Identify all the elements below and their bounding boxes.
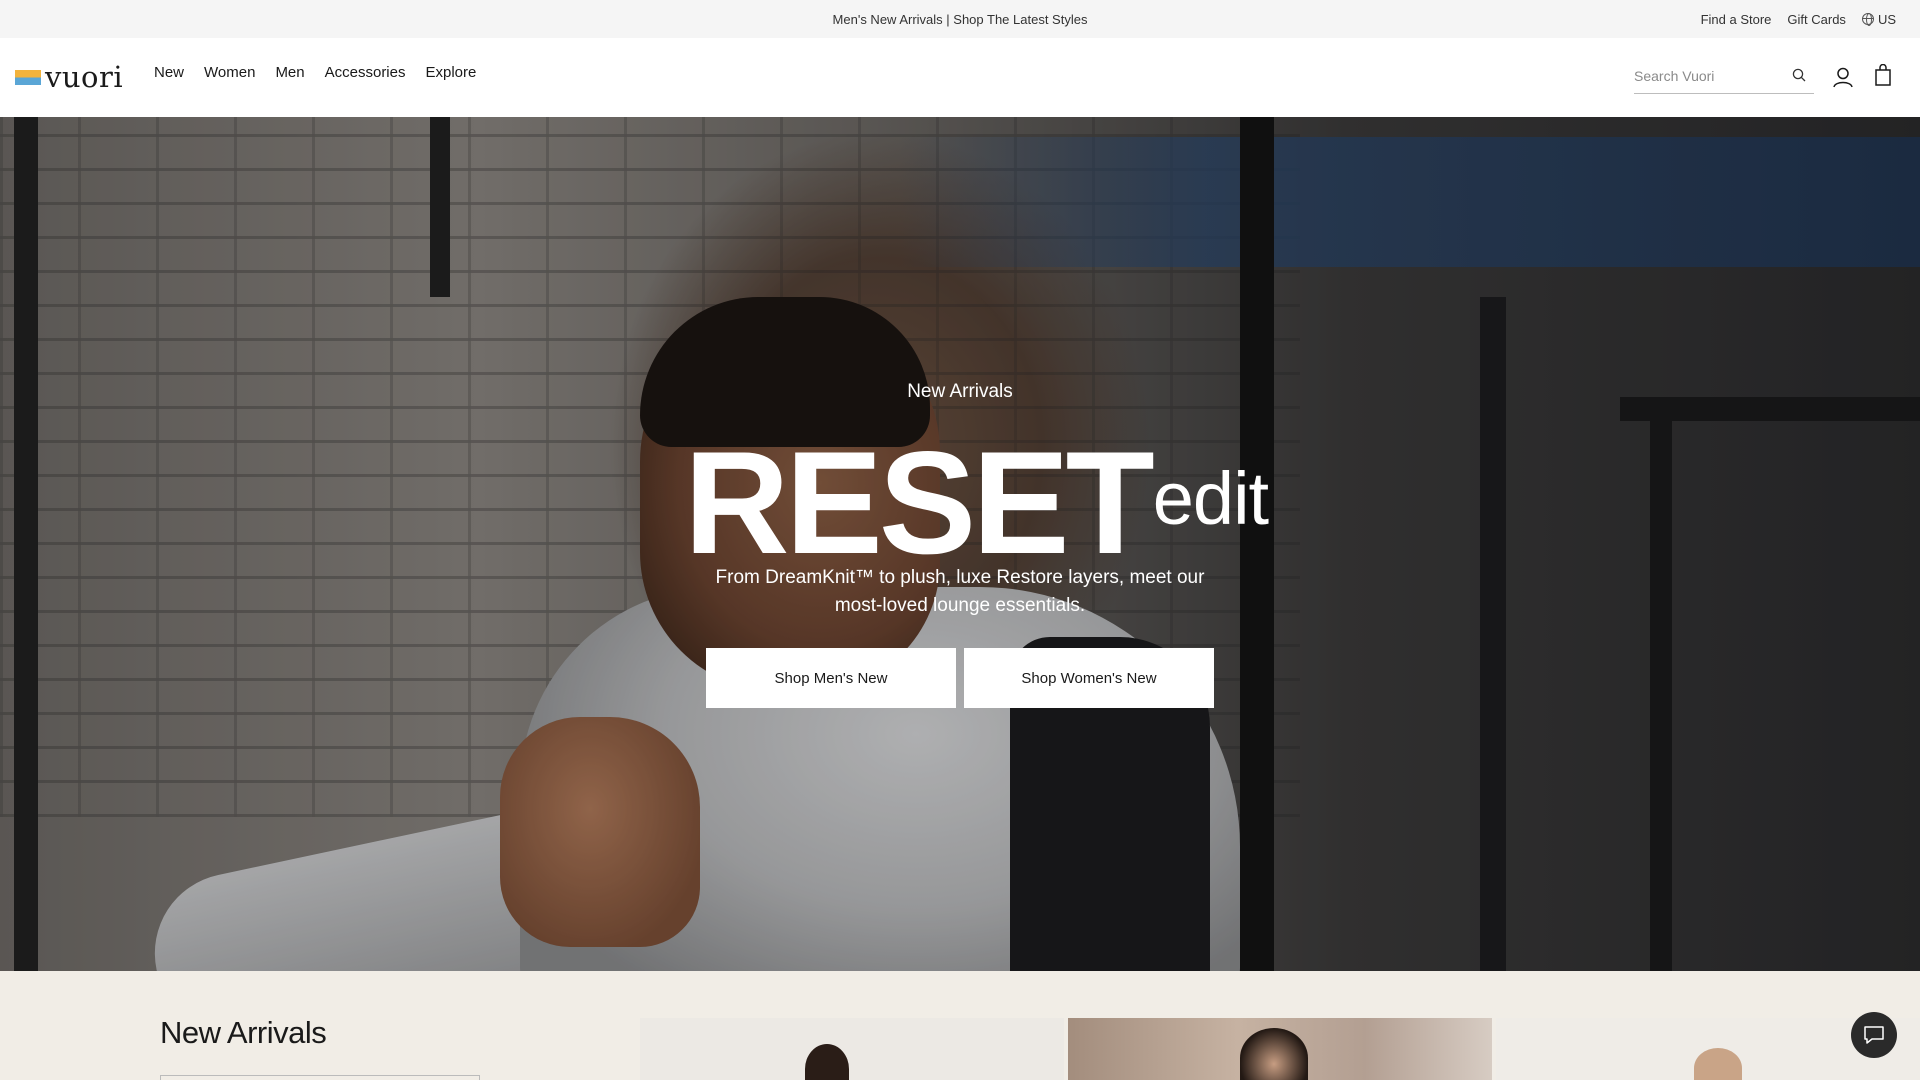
product-image-model (1694, 1048, 1742, 1080)
new-arrivals-section: New Arrivals (0, 971, 1920, 1080)
search-icon[interactable] (1792, 68, 1806, 82)
product-image-model (1240, 1028, 1308, 1080)
utility-links: Find a Store Gift Cards US (1701, 0, 1896, 38)
logo-mark-icon (15, 69, 41, 85)
site-header: vuori New Women Men Accessories Explore (0, 38, 1920, 117)
shop-mens-new-button[interactable]: Shop Men's New (706, 648, 956, 708)
chat-button[interactable] (1851, 1012, 1897, 1058)
chat-icon (1864, 1026, 1884, 1044)
nav-item-men[interactable]: Men (275, 64, 304, 81)
nav-item-explore[interactable]: Explore (425, 64, 476, 81)
product-card[interactable] (1068, 1018, 1492, 1080)
hero-title-reset: RESET (684, 421, 1155, 584)
announcement-bar: Men's New Arrivals | Shop The Latest Sty… (0, 0, 1920, 38)
account-icon[interactable] (1832, 66, 1854, 88)
find-store-link[interactable]: Find a Store (1701, 12, 1772, 27)
search-input[interactable] (1634, 67, 1784, 84)
product-card[interactable] (640, 1018, 1064, 1080)
hero-subtitle: From DreamKnit™ to plush, luxe Restore l… (715, 567, 1205, 616)
bag-icon[interactable] (1874, 64, 1892, 86)
shop-womens-new-button[interactable]: Shop Women's New (964, 648, 1214, 708)
nav-item-new[interactable]: New (154, 64, 184, 81)
gift-cards-link[interactable]: Gift Cards (1787, 12, 1846, 27)
hero-title: RESET edit (684, 421, 1269, 584)
section-tab-outline (160, 1075, 480, 1080)
hero-banner: New Arrivals RESET edit From DreamKnit™ … (0, 117, 1920, 971)
nav-item-women[interactable]: Women (204, 64, 255, 81)
logo[interactable]: vuori (15, 62, 123, 92)
region-selector[interactable]: US (1861, 11, 1896, 27)
nav-item-accessories[interactable]: Accessories (325, 64, 406, 81)
hero-eyebrow: New Arrivals (907, 381, 1013, 402)
product-image-model (805, 1044, 849, 1080)
section-title: New Arrivals (160, 1015, 327, 1050)
search-box (1634, 58, 1814, 94)
main-nav: New Women Men Accessories Explore (154, 64, 476, 81)
region-label: US (1877, 11, 1896, 27)
globe-icon (1861, 12, 1874, 26)
logo-text: vuori (45, 60, 124, 94)
announcement-link[interactable]: Men's New Arrivals | Shop The Latest Sty… (833, 12, 1088, 27)
hero-title-edit: edit (1152, 457, 1269, 540)
